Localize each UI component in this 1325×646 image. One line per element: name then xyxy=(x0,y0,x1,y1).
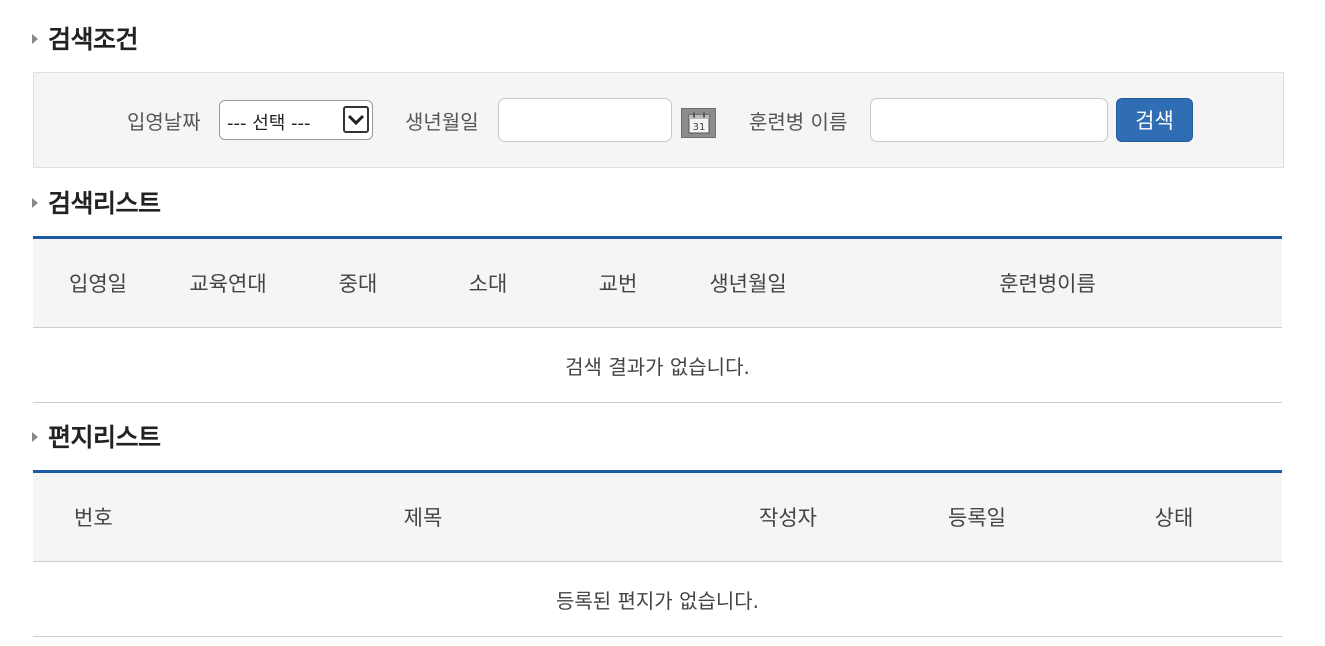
column-header-trainee-name[interactable]: 훈련병이름 xyxy=(813,236,1282,328)
column-header-author[interactable]: 작성자 xyxy=(688,470,888,562)
column-header-status[interactable]: 상태 xyxy=(1066,470,1282,562)
search-results-table: 입영일 교육연대 중대 소대 교번 생년월일 훈련병이름 검색 결과가 없습니다… xyxy=(33,236,1282,403)
entry-date-select[interactable]: --- 선택 --- xyxy=(219,100,373,140)
search-conditions-title-text: 검색조건 xyxy=(48,25,139,54)
column-header-number[interactable]: 번호 xyxy=(33,470,158,562)
triangle-right-icon xyxy=(32,34,38,44)
search-results-empty-message: 검색 결과가 없습니다. xyxy=(33,327,1282,403)
column-header-birthdate[interactable]: 생년월일 xyxy=(683,236,813,328)
search-results-title-text: 검색리스트 xyxy=(48,189,161,218)
search-results-title: 검색리스트 xyxy=(32,184,161,220)
chevron-down-icon[interactable] xyxy=(343,106,369,133)
letter-list-header-row: 번호 제목 작성자 등록일 상태 xyxy=(33,470,1282,562)
trainee-name-input[interactable] xyxy=(870,98,1108,142)
column-header-education-regiment[interactable]: 교육연대 xyxy=(163,236,293,328)
search-conditions-title: 검색조건 xyxy=(32,20,139,56)
column-header-registered-date[interactable]: 등록일 xyxy=(888,470,1066,562)
column-header-training-number[interactable]: 교번 xyxy=(553,236,683,328)
search-results-header-row: 입영일 교육연대 중대 소대 교번 생년월일 훈련병이름 xyxy=(33,236,1282,328)
table-row: 등록된 편지가 없습니다. xyxy=(33,561,1282,637)
triangle-right-icon xyxy=(32,432,38,442)
entry-date-label: 입영날짜 xyxy=(127,110,201,134)
search-form-panel: 입영날짜 --- 선택 --- 생년월일 31 훈련병 이름 검색 xyxy=(33,72,1284,168)
entry-date-select-value: --- 선택 --- xyxy=(227,113,311,134)
column-header-company[interactable]: 중대 xyxy=(293,236,423,328)
letter-list-empty-message: 등록된 편지가 없습니다. xyxy=(33,561,1282,637)
column-header-subject[interactable]: 제목 xyxy=(158,470,688,562)
search-form-row: 입영날짜 --- 선택 --- 생년월일 31 훈련병 이름 검색 xyxy=(34,98,1283,144)
table-row: 검색 결과가 없습니다. xyxy=(33,327,1282,403)
column-header-platoon[interactable]: 소대 xyxy=(423,236,553,328)
letter-list-title: 편지리스트 xyxy=(32,418,161,454)
search-button[interactable]: 검색 xyxy=(1116,98,1193,142)
calendar-icon[interactable]: 31 xyxy=(681,108,716,138)
trainee-name-label: 훈련병 이름 xyxy=(749,110,848,134)
letter-list-table: 번호 제목 작성자 등록일 상태 등록된 편지가 없습니다. xyxy=(33,470,1282,637)
birthdate-label: 생년월일 xyxy=(405,110,479,134)
calendar-icon-day: 31 xyxy=(692,122,705,133)
birthdate-input[interactable] xyxy=(498,98,672,142)
column-header-entry-date[interactable]: 입영일 xyxy=(33,236,163,328)
triangle-right-icon xyxy=(32,198,38,208)
letter-list-title-text: 편지리스트 xyxy=(48,423,161,452)
